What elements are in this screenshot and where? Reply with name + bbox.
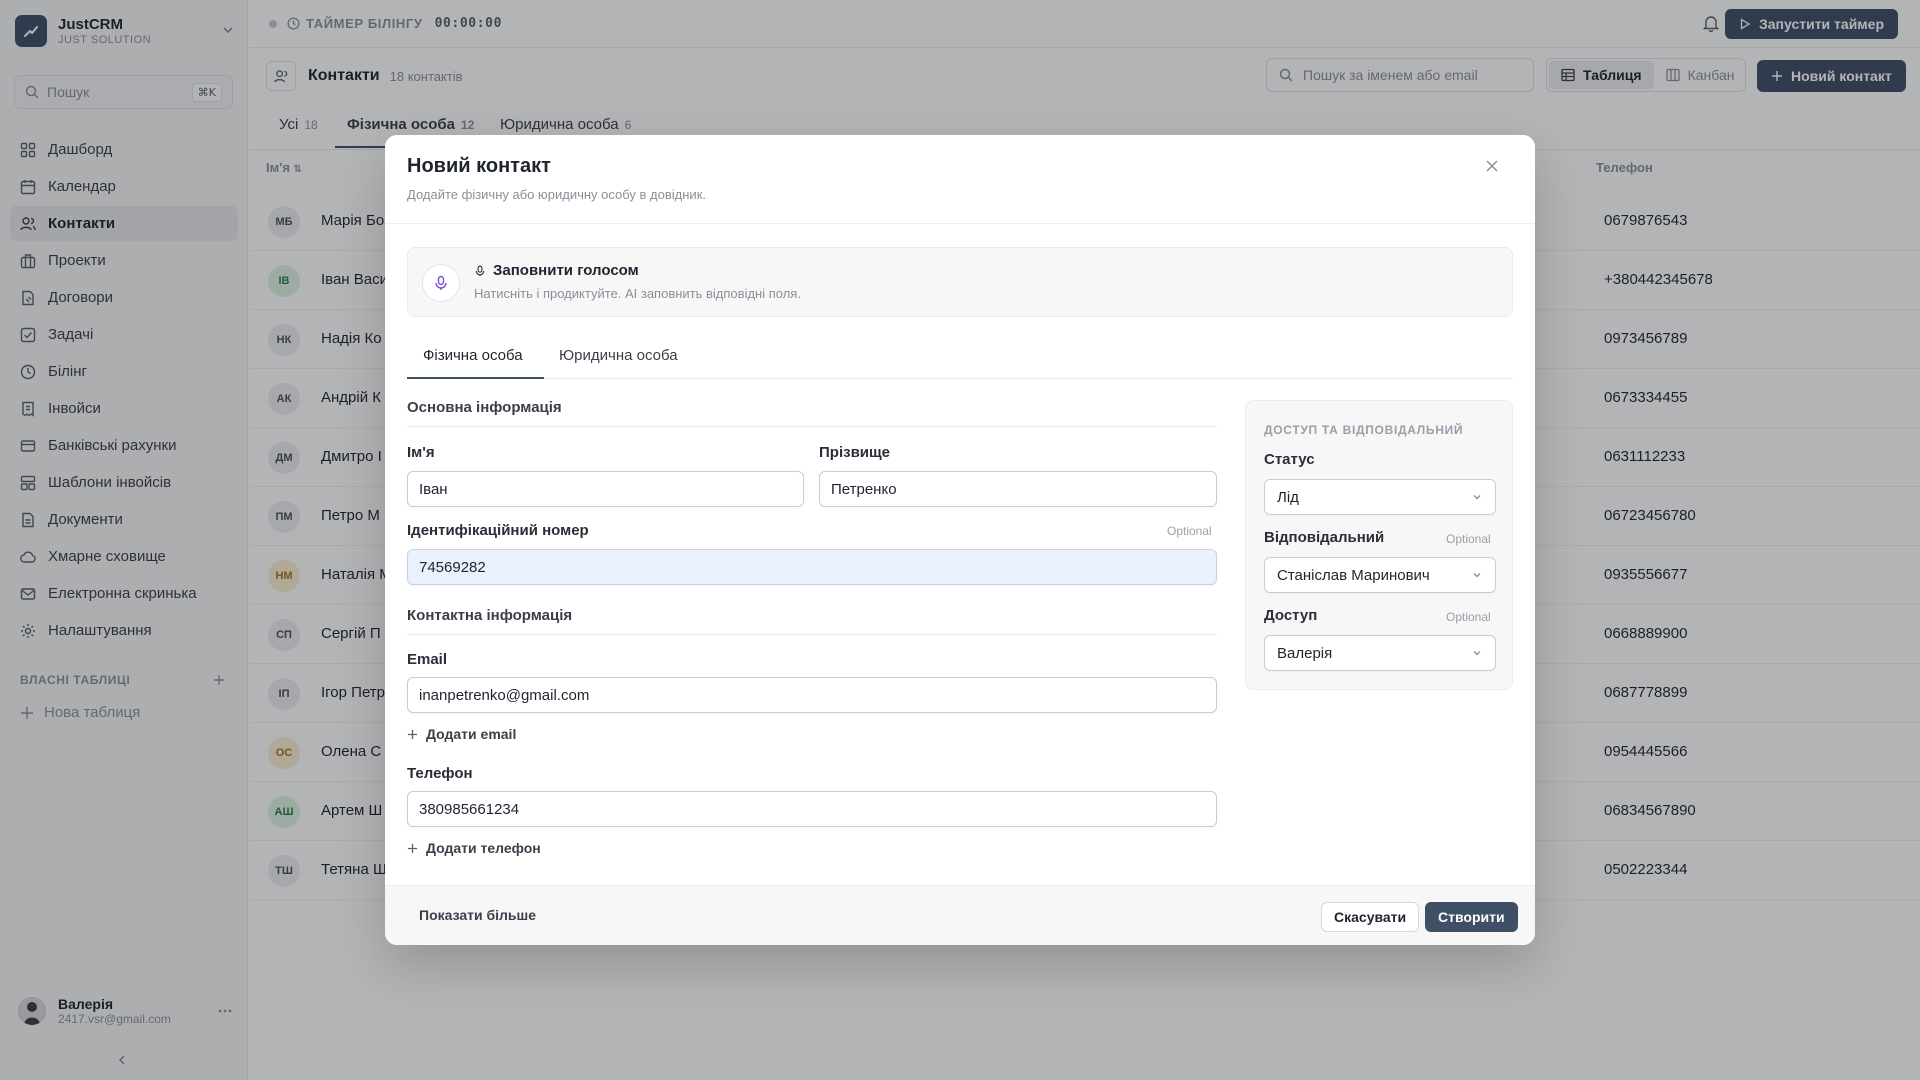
section-contact-info: Контактна інформація xyxy=(407,607,1217,635)
new-contact-dialog: Новий контакт Додайте фізичну або юридич… xyxy=(385,135,1535,945)
responsible-label: Відповідальний xyxy=(1264,529,1385,546)
add-email-label: Додати email xyxy=(426,726,517,742)
email-field[interactable]: inanpetrenko@gmail.com xyxy=(407,677,1217,713)
status-label: Статус xyxy=(1264,451,1315,468)
cancel-button[interactable]: Скасувати xyxy=(1321,902,1420,932)
phone-label: Телефон xyxy=(407,765,473,782)
active-tab-indicator xyxy=(407,377,544,379)
add-phone-label: Додати телефон xyxy=(426,840,541,856)
responsible-value: Станіслав Маринович xyxy=(1277,566,1430,584)
close-icon[interactable] xyxy=(1485,159,1499,173)
status-value: Лід xyxy=(1277,488,1299,506)
access-panel: ДОСТУП ТА ВІДПОВІДАЛЬНИЙ Статус Лід Відп… xyxy=(1245,400,1513,690)
first-name-input[interactable]: Іван xyxy=(407,471,804,507)
microphone-icon xyxy=(435,275,447,290)
email-label: Email xyxy=(407,651,448,668)
id-number-label: Ідентифікаційний номер xyxy=(407,522,589,539)
tab-individual[interactable]: Фізична особа xyxy=(423,347,523,364)
show-more-button[interactable]: Показати більше xyxy=(419,907,536,923)
access-label: Доступ xyxy=(1264,607,1318,624)
contact-type-switch: Фізична особа Юридична особа xyxy=(407,333,1513,379)
add-phone-button[interactable]: Додати телефон xyxy=(407,840,541,856)
section-basic-info: Основна інформація xyxy=(407,399,1217,427)
access-value: Валерія xyxy=(1277,644,1333,662)
divider xyxy=(385,223,1535,224)
voice-record-button[interactable] xyxy=(422,264,460,302)
voice-fill-hint: Натисніть і продиктуйте. AI заповнить ві… xyxy=(474,286,801,301)
last-name-label: Прізвище xyxy=(819,444,891,461)
voice-fill-title-row: Заповнити голосом xyxy=(474,262,639,279)
add-email-button[interactable]: Додати email xyxy=(407,726,516,742)
access-panel-title: ДОСТУП ТА ВІДПОВІДАЛЬНИЙ xyxy=(1264,423,1464,437)
phone-field[interactable]: 380985661234 xyxy=(407,791,1217,827)
dialog-subtitle: Додайте фізичну або юридичну особу в дов… xyxy=(407,187,706,202)
chevron-down-icon xyxy=(1473,651,1481,656)
optional-badge: Optional xyxy=(1446,610,1491,624)
dialog-footer: Показати більше Скасувати Створити xyxy=(385,885,1535,945)
chevron-down-icon xyxy=(1473,495,1481,500)
responsible-select[interactable]: Станіслав Маринович xyxy=(1264,557,1496,593)
id-number-input[interactable]: 74569282 xyxy=(407,549,1217,585)
tab-legal-entity[interactable]: Юридична особа xyxy=(559,347,678,364)
status-select[interactable]: Лід xyxy=(1264,479,1496,515)
microphone-icon xyxy=(475,265,485,276)
create-button[interactable]: Створити xyxy=(1425,902,1518,932)
plus-icon xyxy=(407,843,418,853)
optional-badge: Optional xyxy=(1446,532,1491,546)
optional-badge: Optional xyxy=(1167,524,1212,538)
last-name-input[interactable]: Петренко xyxy=(819,471,1217,507)
first-name-label: Ім'я xyxy=(407,444,435,461)
chevron-down-icon xyxy=(1473,573,1481,578)
access-select[interactable]: Валерія xyxy=(1264,635,1496,671)
dialog-title: Новий контакт xyxy=(407,155,551,177)
voice-fill-title: Заповнити голосом xyxy=(493,262,639,279)
voice-fill-panel[interactable]: Заповнити голосом Натисніть і продиктуйт… xyxy=(407,247,1513,317)
plus-icon xyxy=(407,729,418,739)
